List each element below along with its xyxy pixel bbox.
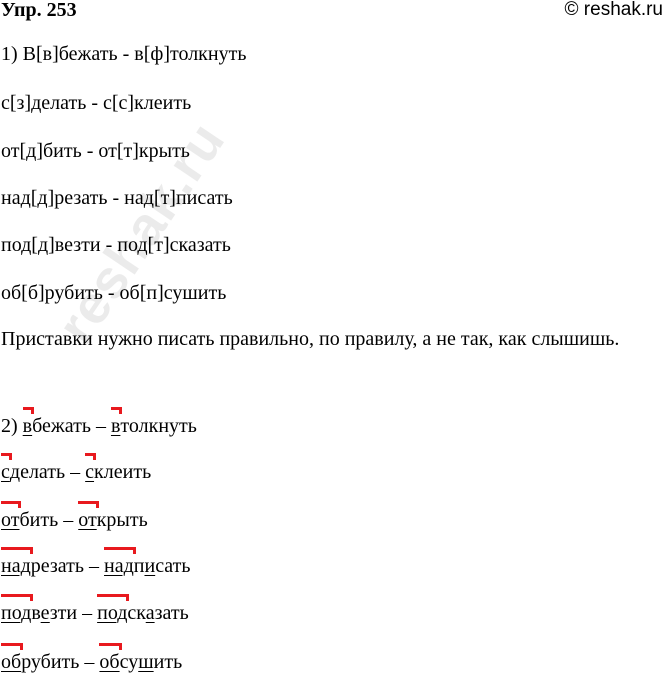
part2-row: отбить – открыть bbox=[1, 501, 148, 532]
prefix-mark: от bbox=[1, 501, 23, 531]
word-part: п bbox=[133, 555, 145, 577]
word-part: су bbox=[119, 651, 139, 673]
word-part: бежать bbox=[32, 415, 91, 437]
word-part: зти bbox=[49, 602, 78, 624]
marked-word: подвезти bbox=[1, 594, 78, 624]
word-part: ить bbox=[153, 651, 183, 673]
prefix-mark: над bbox=[104, 547, 136, 577]
prefix-mark: об bbox=[99, 643, 122, 673]
word-part: сать bbox=[155, 555, 191, 577]
dash: – bbox=[82, 602, 93, 624]
part1-line: с[з]делать - с[с]клеить bbox=[1, 92, 192, 114]
word-part: рубить bbox=[21, 651, 80, 673]
marked-word: вбежать bbox=[22, 407, 91, 437]
word-part: резать bbox=[30, 555, 85, 577]
word-part: клеить bbox=[94, 461, 152, 483]
part2-row: 2) вбежать – втолкнуть bbox=[1, 407, 197, 438]
prefix-mark: об bbox=[1, 643, 24, 673]
part1-line: над[д]резать - над[т]писать bbox=[1, 187, 233, 209]
marked-word: надписать bbox=[104, 547, 191, 577]
prefix-mark: над bbox=[1, 547, 33, 577]
part2-row: надрезать – надписать bbox=[1, 547, 191, 578]
marked-word: обрубить bbox=[1, 643, 80, 673]
prefix-mark: от bbox=[78, 501, 100, 531]
underlined-letter: и bbox=[144, 555, 156, 577]
word-part: делать bbox=[9, 461, 66, 483]
word-part: крыть bbox=[96, 509, 148, 531]
prefix-mark: с bbox=[85, 453, 96, 483]
dash: – bbox=[89, 555, 100, 577]
prefix-mark: под bbox=[97, 594, 130, 624]
word-part: ск bbox=[127, 602, 146, 624]
dash: – bbox=[63, 509, 74, 531]
part1-line: под[д]везти - под[т]сказать bbox=[1, 234, 231, 256]
part2-row: сделать – склеить bbox=[1, 453, 152, 484]
marked-word: втолкнуть bbox=[110, 407, 197, 437]
source-label: © reshak.ru bbox=[564, 0, 663, 20]
part2-row: обрубить – обсушить bbox=[1, 643, 183, 674]
dash: – bbox=[84, 651, 95, 673]
dash: – bbox=[95, 415, 106, 437]
prefix-mark: с bbox=[1, 453, 12, 483]
exercise-title: Упр. 253 bbox=[1, 0, 77, 21]
marked-word: сделать bbox=[1, 453, 66, 483]
underlined-letter: ш bbox=[138, 651, 154, 673]
marked-word: обсушить bbox=[99, 643, 183, 673]
word-part: зать bbox=[154, 602, 189, 624]
marked-word: надрезать bbox=[1, 547, 85, 577]
marked-word: подсказать bbox=[97, 594, 189, 624]
marked-word: склеить bbox=[85, 453, 152, 483]
word-part: бить bbox=[19, 509, 59, 531]
part1-line: об[б]рубить - об[п]сушить bbox=[1, 282, 227, 304]
underlined-letter: а bbox=[145, 602, 155, 624]
word-part: в bbox=[31, 602, 41, 624]
underlined-letter: е bbox=[40, 602, 50, 624]
part2-row: подвезти – подсказать bbox=[1, 594, 189, 625]
marked-word: отбить bbox=[1, 501, 59, 531]
dash: – bbox=[70, 461, 81, 483]
part1-line: 1) В[в]бежать - в[ф]толкнуть bbox=[1, 43, 247, 65]
prefix-mark: под bbox=[1, 594, 34, 624]
part1-line: от[д]бить - от[т]крыть bbox=[1, 140, 190, 162]
item-number: 2) bbox=[1, 415, 18, 437]
prefix-mark: в bbox=[22, 407, 35, 437]
prefix-mark: в bbox=[110, 407, 123, 437]
marked-word: открыть bbox=[78, 501, 148, 531]
rule-paragraph: Приставки нужно писать правильно, по пра… bbox=[1, 328, 620, 350]
word-part: толкнуть bbox=[120, 415, 197, 437]
